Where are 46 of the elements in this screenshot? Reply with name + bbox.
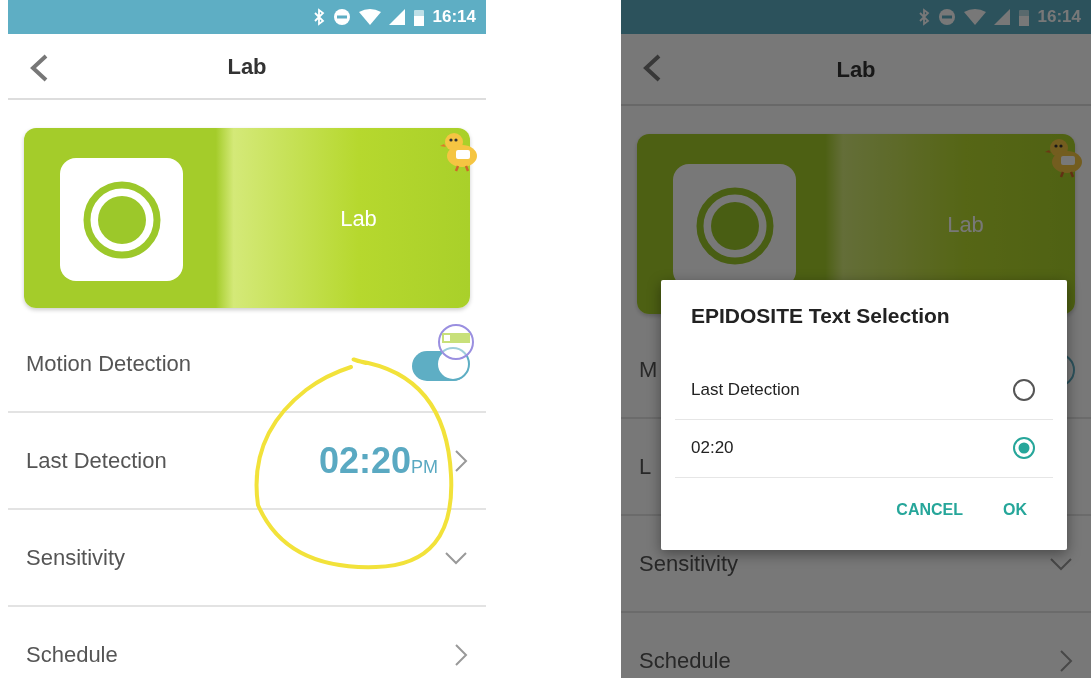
ring-icon <box>81 179 162 260</box>
setting-label: Schedule <box>26 641 118 669</box>
setting-label: Motion Detection <box>26 350 192 378</box>
detection-time[interactable]: 02:20 <box>318 439 411 481</box>
battery-icon <box>412 8 425 26</box>
device-name: Lab <box>947 210 984 239</box>
duck-icon <box>1045 136 1085 178</box>
bluetooth-icon <box>312 8 325 26</box>
setting-label: Last Detection <box>26 447 167 475</box>
setting-label: M <box>639 356 658 384</box>
chevron-right-icon[interactable] <box>454 448 468 473</box>
radio-button[interactable] <box>1011 435 1037 461</box>
ok-button[interactable]: OK <box>993 489 1037 530</box>
back-icon[interactable] <box>641 54 663 82</box>
setting-label: Sensitivity <box>26 544 126 572</box>
back-icon[interactable] <box>28 54 50 82</box>
signal-icon <box>993 9 1010 25</box>
bluetooth-icon <box>917 8 930 26</box>
screen-title: Lab <box>836 55 876 84</box>
chevron-down-icon[interactable] <box>444 550 468 565</box>
option-row[interactable]: Last Detection <box>675 361 1053 420</box>
chevron-down-icon[interactable] <box>1049 556 1073 571</box>
do-not-disturb-icon <box>937 8 956 26</box>
device-name: Lab <box>340 204 377 233</box>
setting-label: L <box>639 453 652 481</box>
status-time: 16:14 <box>432 6 476 29</box>
toggle-switch[interactable] <box>412 346 468 381</box>
chevron-right-icon[interactable] <box>1059 648 1073 673</box>
option-row[interactable]: 02:20 <box>675 419 1053 478</box>
do-not-disturb-icon <box>332 8 351 26</box>
option-label: Last Detection <box>691 379 800 402</box>
duck-icon <box>440 130 480 172</box>
setting-label: Sensitivity <box>639 550 739 578</box>
wifi-icon <box>963 9 986 25</box>
dialog-title: EPIDOSITE Text Selection <box>691 303 951 329</box>
status-time: 16:14 <box>1037 6 1081 29</box>
wifi-icon <box>358 9 381 25</box>
screen-title: Lab <box>227 52 267 81</box>
option-label: 02:20 <box>691 437 734 460</box>
chevron-right-icon[interactable] <box>454 642 468 667</box>
ring-icon <box>694 185 775 266</box>
cancel-button[interactable]: CANCEL <box>886 489 973 530</box>
time-period: PM <box>411 456 438 477</box>
signal-icon <box>388 9 405 25</box>
radio-button[interactable] <box>1011 377 1037 403</box>
setting-label: Schedule <box>639 647 731 675</box>
